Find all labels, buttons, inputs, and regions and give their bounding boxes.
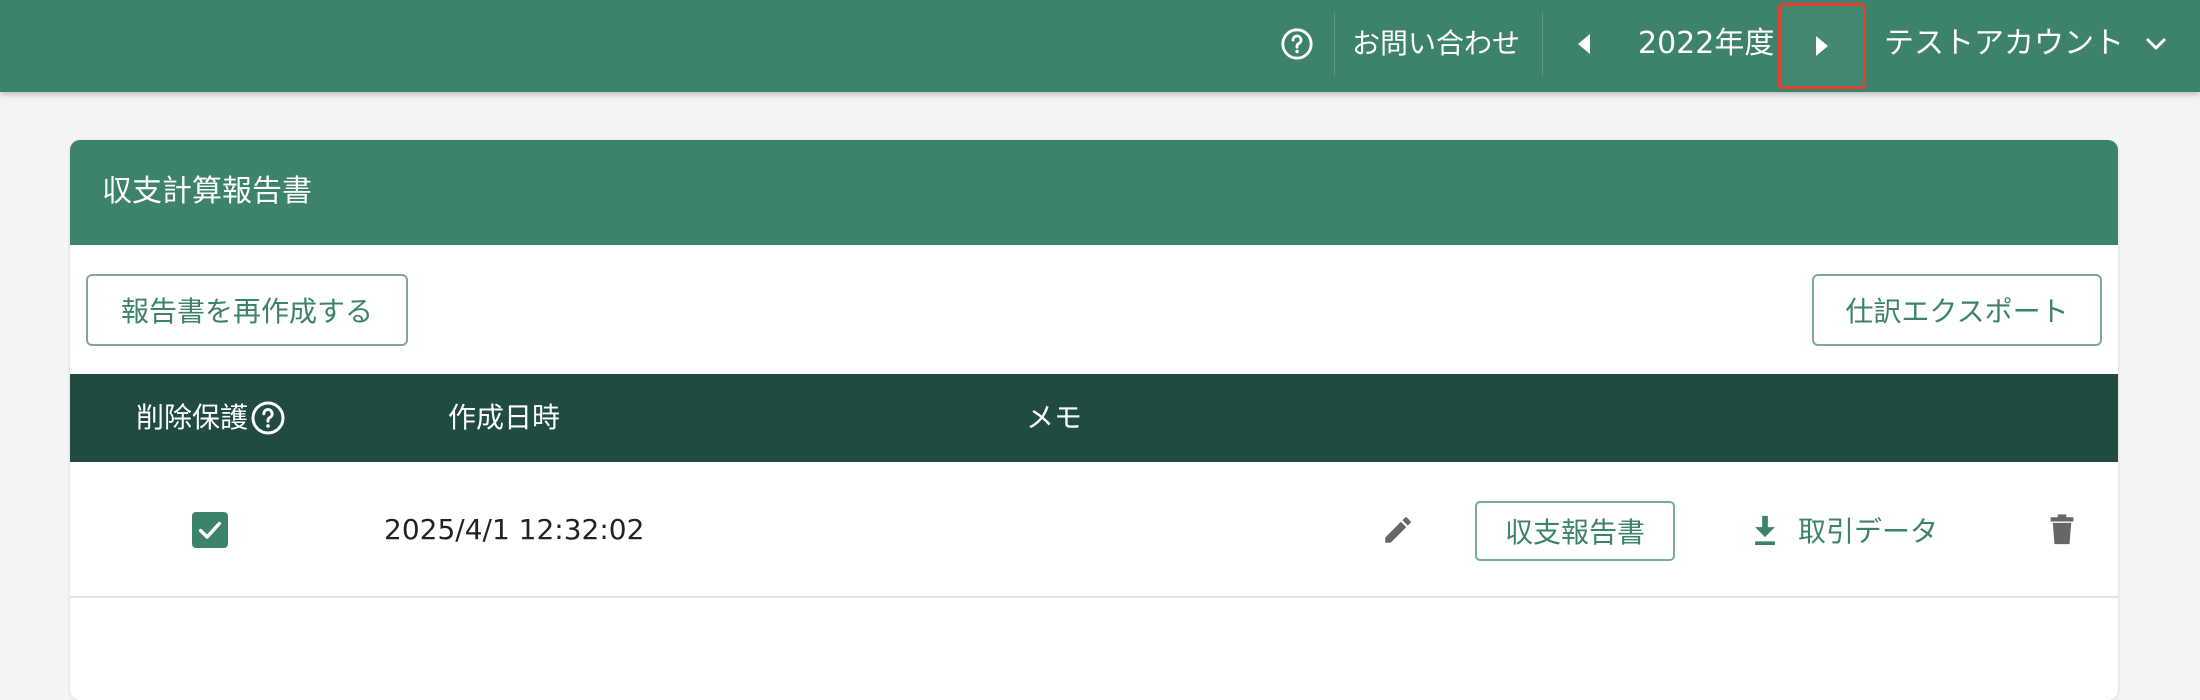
- journal-export-button[interactable]: 仕訳エクスポート: [1812, 274, 2102, 346]
- caret-left-icon: [1578, 34, 1590, 54]
- card-header: 収支計算報告書: [70, 140, 2118, 245]
- column-header-memo: メモ: [1026, 401, 1083, 434]
- download-icon: [1755, 515, 1775, 546]
- chevron-down-icon: [2146, 38, 2166, 50]
- next-year-button[interactable]: [1778, 3, 1866, 89]
- delete-protect-checkbox[interactable]: [192, 512, 228, 548]
- account-menu[interactable]: テストアカウント: [1884, 22, 2168, 66]
- help-icon[interactable]: [1279, 26, 1315, 62]
- card-title: 収支計算報告書: [102, 174, 312, 209]
- prev-year-button[interactable]: [1566, 26, 1602, 62]
- column-header-protect: 削除保護: [136, 396, 286, 440]
- check-icon: [198, 521, 222, 539]
- top-app-bar: お問い合わせ 2022年度 テストアカウント: [0, 0, 2200, 92]
- caret-right-icon: [1816, 36, 1828, 56]
- column-header-created-at: 作成日時: [448, 401, 561, 434]
- delete-icon[interactable]: [2040, 508, 2084, 552]
- income-report-button[interactable]: 収支報告書: [1475, 501, 1675, 561]
- created-at-cell: 2025/4/1 12:32:02: [384, 513, 645, 546]
- account-name: テストアカウント: [1884, 26, 2124, 61]
- download-label: 取引データ: [1798, 515, 1939, 548]
- help-circle-icon[interactable]: [250, 400, 286, 436]
- contact-link[interactable]: お問い合わせ: [1352, 22, 1520, 66]
- edit-memo-icon[interactable]: [1376, 508, 1420, 552]
- report-card: 収支計算報告書 報告書を再作成する 仕訳エクスポート 削除保護 作成日時 メモ …: [70, 140, 2118, 700]
- table-row: 2025/4/1 12:32:02 収支報告書 取引データ: [70, 462, 2118, 598]
- download-transactions-link[interactable]: 取引データ: [1750, 508, 1938, 552]
- recreate-report-button[interactable]: 報告書を再作成する: [86, 274, 408, 346]
- column-label: 削除保護: [136, 401, 249, 434]
- table-header: 削除保護 作成日時 メモ: [70, 374, 2118, 462]
- header-divider: [1334, 12, 1335, 76]
- fiscal-year-label: 2022年度: [1638, 26, 1775, 61]
- header-divider: [1542, 12, 1543, 76]
